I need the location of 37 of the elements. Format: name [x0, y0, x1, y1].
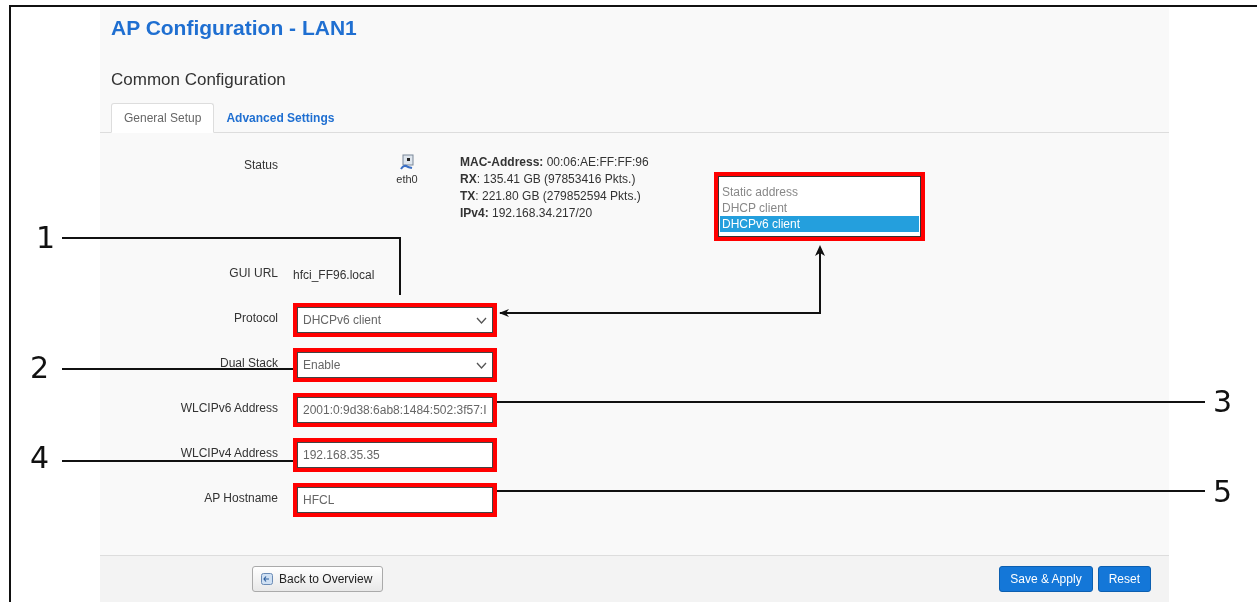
callout-number: 4	[30, 442, 50, 474]
field-label: Dual Stack	[219, 356, 278, 370]
network-port-icon	[400, 154, 414, 170]
callout-number: 1	[36, 222, 56, 254]
field-label: WLCIPv6 Address	[180, 401, 278, 415]
status-line: TX: 221.80 GB (279852594 Pkts.)	[460, 188, 642, 205]
chevron-down-icon	[476, 361, 487, 369]
field-label: Protocol	[233, 311, 278, 325]
dropdown-option[interactable]: DHCPv6 client	[720, 216, 919, 232]
status-line: MAC-Address: 00:06:AE:FF:FF:96	[460, 154, 649, 171]
back-arrow-icon	[261, 573, 273, 585]
callout-number: 5	[1213, 476, 1233, 508]
input-field[interactable]: HFCL	[293, 483, 497, 517]
select-field[interactable]: DHCPv6 client	[293, 303, 497, 337]
dropdown-option[interactable]: Static address	[720, 184, 919, 200]
status-line: IPv4: 192.168.34.217/20	[460, 205, 594, 222]
callout-number: 2	[30, 352, 50, 384]
tab[interactable]: Advanced Settings	[214, 104, 347, 132]
tab[interactable]: General Setup	[111, 103, 215, 133]
input-field[interactable]: 192.168.35.35	[293, 438, 497, 472]
field-label: GUI URL	[229, 266, 278, 280]
dropdown-option[interactable]: DHCP client	[720, 200, 919, 216]
page-title: AP Configuration - LAN1	[111, 16, 358, 41]
section-title: Common Configuration	[111, 70, 287, 91]
callout-number: 3	[1213, 386, 1233, 418]
back-to-overview-button[interactable]: Back to Overview	[252, 566, 384, 592]
field-label: AP Hostname	[204, 491, 278, 505]
reset-button[interactable]: Reset	[1097, 566, 1151, 592]
save-apply-button[interactable]: Save & Apply	[999, 566, 1093, 592]
chevron-down-icon	[476, 316, 487, 324]
interface-name: eth0	[396, 173, 418, 185]
field-value: hfci_FF96.local	[293, 268, 375, 282]
field-label: Status	[242, 157, 278, 174]
select-field[interactable]: Enable	[293, 348, 497, 382]
input-field[interactable]: 2001:0:9d38:6ab8:1484:502:3f57:I	[293, 393, 497, 427]
status-line: RX: 135.41 GB (97853416 Pkts.)	[460, 171, 637, 188]
field-label: WLCIPv4 Address	[180, 446, 278, 460]
